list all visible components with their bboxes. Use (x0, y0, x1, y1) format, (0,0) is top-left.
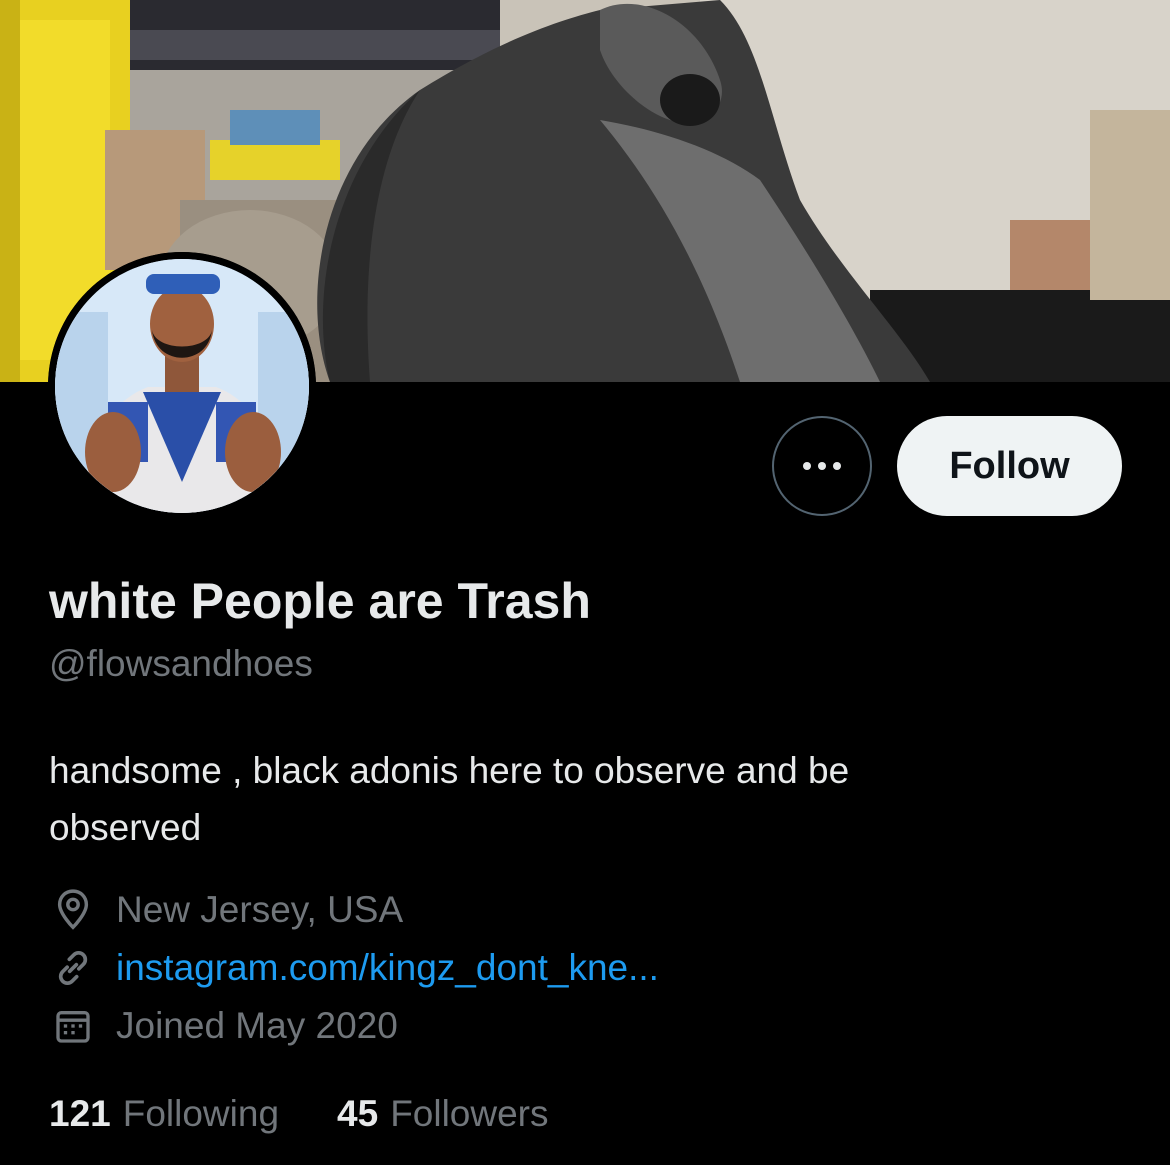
location-text: New Jersey, USA (116, 889, 404, 930)
calendar-icon (50, 1003, 96, 1049)
followers-label: Followers (390, 1093, 549, 1134)
profile-avatar[interactable] (48, 252, 316, 520)
profile-joined-date: Joined May 2020 (50, 1003, 398, 1049)
profile-location: New Jersey, USA (50, 887, 403, 933)
profile-stats: 121 Following 45 Followers (49, 1093, 549, 1135)
followers-stat[interactable]: 45 Followers (337, 1093, 548, 1135)
website-link[interactable]: instagram.com/kingz_dont_kne... (116, 947, 659, 989)
profile-website: instagram.com/kingz_dont_kne... (50, 945, 659, 991)
joined-text: Joined May 2020 (116, 1005, 398, 1046)
more-options-button[interactable] (772, 416, 872, 516)
location-pin-icon (50, 887, 96, 933)
more-horizontal-icon (803, 462, 841, 470)
following-label: Following (122, 1093, 280, 1134)
display-name: white People are Trash (49, 573, 591, 629)
following-stat[interactable]: 121 Following (49, 1093, 279, 1135)
user-handle: @flowsandhoes (49, 643, 313, 684)
followers-count: 45 (337, 1093, 379, 1134)
following-count: 121 (49, 1093, 111, 1134)
profile-bio: handsome , black adonis here to observe … (49, 750, 850, 848)
follow-button[interactable]: Follow (897, 416, 1122, 516)
link-icon (50, 945, 96, 991)
avatar-photo (48, 252, 316, 520)
